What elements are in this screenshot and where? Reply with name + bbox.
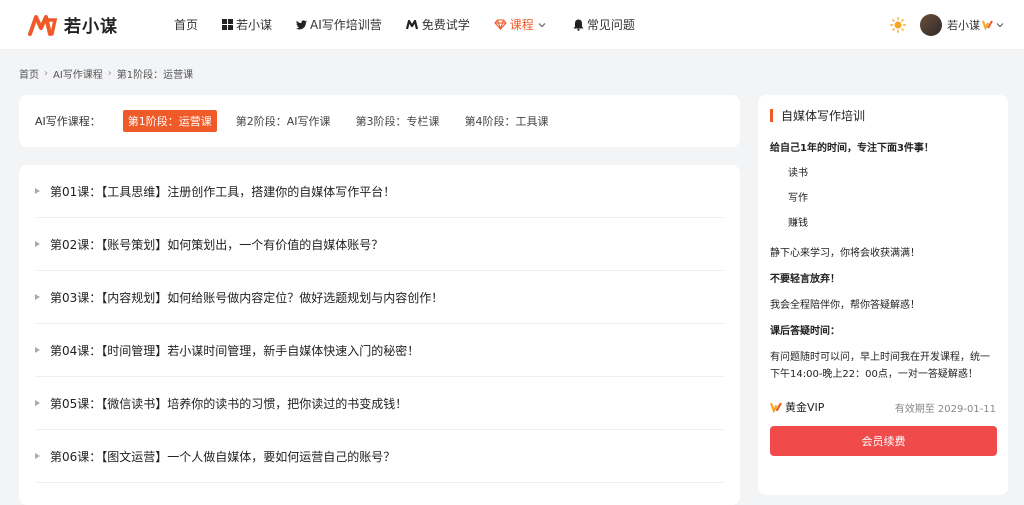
sidebar-list-item: 写作 [788, 193, 808, 204]
lesson-title: 第05课：【微信读书】培养你的读书的习惯，把你读过的书变成钱！ [50, 396, 408, 411]
caret-right-icon [35, 241, 40, 247]
vip-badge-icon [982, 20, 993, 30]
list-item[interactable]: 第05课：【微信读书】培养你的读书的习惯，把你读过的书变成钱！ [35, 377, 724, 430]
user-name[interactable]: 若小谋 [947, 17, 980, 33]
caret-right-icon [35, 400, 40, 406]
list-item[interactable]: 第04课：【时间管理】若小谋时间管理，新手自媒体快速入门的秘密！ [35, 324, 724, 377]
nav-ai-writing-camp-label: AI写作培训营 [310, 18, 382, 32]
nav-ruoxiaomou[interactable]: 若小谋 [222, 16, 272, 33]
vip-badge-icon [770, 402, 782, 413]
tab-stage-1[interactable]: 第1阶段：运营课 [122, 110, 217, 132]
nav-home-label: 首页 [174, 18, 199, 32]
breadcrumb-home[interactable]: 首页 [19, 66, 39, 81]
lesson-title: 第04课：【时间管理】若小谋时间管理，新手自媒体快速入门的秘密！ [50, 343, 420, 358]
caret-right-icon [35, 294, 40, 300]
nav-faq[interactable]: 常见问题 [573, 16, 635, 33]
nav-faq-label: 常见问题 [586, 18, 635, 32]
sidebar-text: 不要轻言放弃！ [770, 274, 840, 285]
sidebar-list-item: 读书 [788, 168, 808, 179]
main-nav: 首页 若小谋 AI写作培训营 免费试学 课程 常见问题 [174, 16, 659, 33]
logo[interactable]: 若小谋 [28, 12, 148, 37]
lesson-title: 第06课：【图文运营】一个人做自媒体，要如何运营自己的账号？ [50, 449, 396, 464]
renew-button[interactable]: 会员续费 [770, 426, 997, 456]
windows-icon [222, 19, 234, 30]
lesson-title: 第02课：【账号策划】如何策划出，一个有价值的自媒体账号？ [50, 237, 384, 252]
bell-icon [573, 19, 584, 31]
brand-name: 若小谋 [64, 17, 118, 37]
lesson-title: 第01课：【工具思维】注册创作工具，搭建你的自媒体写作平台！ [50, 184, 396, 199]
sidebar-title-text: 自媒体写作培训 [781, 109, 866, 123]
list-item[interactable]: 第06课：【图文运营】一个人做自媒体，要如何运营自己的账号？ [35, 430, 724, 483]
chevron-right-icon: › [107, 68, 112, 79]
caret-right-icon [35, 188, 40, 194]
sidebar-list-item: 赚钱 [788, 218, 808, 229]
nav-home[interactable]: 首页 [174, 16, 198, 33]
sidebar-text: 课后答疑时间： [770, 326, 840, 337]
list-item[interactable]: 第01课：【工具思维】注册创作工具，搭建你的自媒体写作平台！ [35, 165, 724, 218]
sidebar-text: 有问题随时可以问，早上时间我在开发课程，统一下午14:00-晚上22：00点，一… [770, 352, 990, 380]
list-item[interactable]: 第03课：【内容规划】如何给账号做内容定位？做好选题规划与内容创作！ [35, 271, 724, 324]
m-logo-icon [405, 19, 419, 30]
caret-right-icon [35, 347, 40, 353]
nav-courses[interactable]: 课程 [494, 16, 549, 33]
chevron-down-icon[interactable] [996, 22, 1004, 28]
tab-stage-3[interactable]: 第3阶段：专栏课 [356, 110, 440, 132]
lesson-list: 第01课：【工具思维】注册创作工具，搭建你的自媒体写作平台！ 第02课：【账号策… [19, 165, 740, 505]
vip-level: 黄金VIP [770, 399, 824, 415]
sidebar-text: 我会全程陪伴你，帮你答疑解惑！ [770, 300, 920, 311]
vip-status: 黄金VIP 有效期至 2029-01-11 [770, 399, 996, 415]
nav-courses-label: 课程 [509, 18, 534, 32]
chevron-down-icon [538, 22, 546, 28]
header-right: 若小谋 [890, 13, 1004, 36]
sidebar-panel: 自媒体写作培训 给自己1年的时间，专注下面3件事！ 读书 写作 赚钱 静下心来学… [758, 95, 1008, 495]
sidebar-intro: 给自己1年的时间，专注下面3件事！ [770, 143, 934, 154]
sidebar-title: 自媒体写作培训 [770, 107, 996, 124]
list-item[interactable]: 第02课：【账号策划】如何策划出，一个有价值的自媒体账号？ [35, 218, 724, 271]
sidebar-text: 静下心来学习，你将会收获满满！ [770, 248, 920, 259]
chevron-right-icon: › [44, 68, 48, 79]
nav-free-trial[interactable]: 免费试学 [405, 16, 470, 33]
twitter-bird-icon [296, 19, 308, 30]
nav-ruoxiaomou-label: 若小谋 [236, 18, 273, 32]
title-accent-bar [770, 109, 773, 122]
breadcrumb: 首页 › AI写作课程 › 第1阶段：运营课 [19, 66, 193, 81]
brand-logo-icon [28, 14, 58, 36]
nav-ai-writing-camp[interactable]: AI写作培训营 [296, 16, 382, 33]
lesson-title: 第03课：【内容规划】如何给账号做内容定位？做好选题规划与内容创作！ [50, 290, 444, 305]
nav-free-trial-label: 免费试学 [421, 18, 470, 32]
sun-icon[interactable] [890, 16, 906, 33]
vip-expiry: 有效期至 2029-01-11 [894, 403, 996, 415]
tab-stage-4[interactable]: 第4阶段：工具课 [465, 110, 549, 132]
avatar[interactable] [920, 13, 942, 36]
diamond-icon [494, 19, 507, 30]
sidebar-list: 读书 写作 赚钱 [770, 161, 996, 236]
caret-right-icon [35, 453, 40, 459]
vip-level-label: 黄金VIP [785, 401, 825, 414]
tab-stage-2[interactable]: 第2阶段：AI写作课 [236, 110, 331, 132]
breadcrumb-current: 第1阶段：运营课 [116, 70, 194, 81]
stage-label: AI写作课程： [35, 115, 101, 128]
stage-selector: AI写作课程： 第1阶段：运营课 第2阶段：AI写作课 第3阶段：专栏课 第4阶… [19, 95, 740, 147]
top-header: 若小谋 首页 若小谋 AI写作培训营 免费试学 课程 常见问题 若小谋 [0, 0, 1024, 50]
breadcrumb-course[interactable]: AI写作课程 [53, 66, 103, 81]
